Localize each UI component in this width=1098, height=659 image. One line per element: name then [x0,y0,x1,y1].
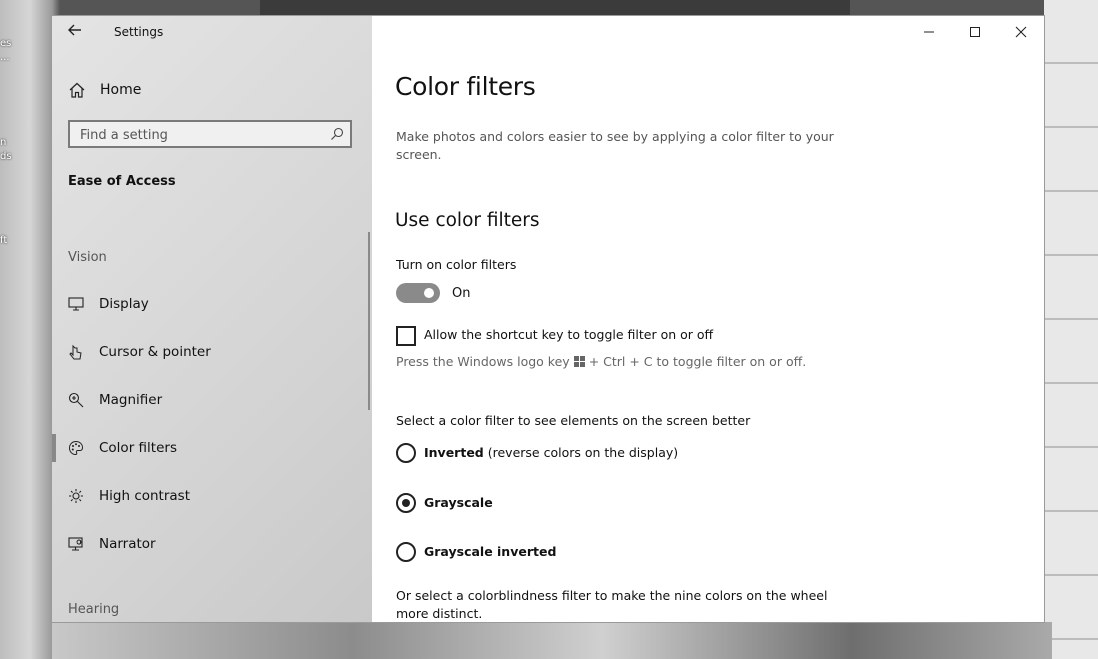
select-filter-prompt: Select a color filter to see elements on… [396,413,751,428]
home-label: Home [100,82,142,98]
close-icon [1015,26,1027,38]
section-title: Ease of Access [68,174,176,189]
sidebar-item-cursor-pointer[interactable]: Cursor & pointer [52,334,368,370]
home-icon [69,82,85,98]
desktop-icon-label[interactable]: ft [0,235,7,246]
sun-icon [69,489,83,503]
windows-logo-icon [573,356,585,367]
toggle-state-label: On [452,286,471,301]
settings-window: Settings Home Ease of Access Vision Disp… [52,16,1044,622]
background-shelf [52,622,1052,659]
use-color-filters-heading: Use color filters [395,210,540,231]
main-content: Color filters Make photos and colors eas… [372,16,1044,622]
page-description: Make photos and colors easier to see by … [396,129,834,162]
sidebar-item-color-filters[interactable]: Color filters [52,430,368,466]
close-button[interactable] [998,16,1044,48]
color-filters-toggle[interactable] [396,283,440,303]
colorblind-prompt: Or select a colorblindness filter to mak… [396,588,828,621]
sidebar-item-display[interactable]: Display [52,286,368,322]
filter-name: Grayscale [424,495,493,510]
desktop-icon-label[interactable]: n [0,137,6,148]
sidebar-scrollbar[interactable] [368,232,370,410]
minimize-button[interactable] [906,16,952,48]
sidebar-item-label: High contrast [99,488,190,504]
sidebar: Settings Home Ease of Access Vision Disp… [52,16,372,622]
maximize-icon [970,27,980,37]
background-sign [260,0,850,16]
toggle-knob [424,288,434,298]
desktop-icon-label[interactable]: ... [0,52,10,63]
maximize-button[interactable] [952,16,998,48]
cursor-icon [69,344,82,360]
radio-label-grayscale[interactable]: Grayscale [424,495,493,510]
back-arrow-icon [68,24,81,36]
background-wall [1044,0,1098,659]
minimize-icon [924,31,934,33]
sidebar-item-label: Display [99,296,149,312]
sidebar-item-label: Color filters [99,440,177,456]
search-icon[interactable] [330,127,344,141]
radio-inverted[interactable] [396,443,416,463]
radio-label-grayscale-inverted[interactable]: Grayscale inverted [424,544,556,559]
search-input[interactable] [78,125,322,145]
sidebar-item-label: Magnifier [99,392,163,408]
filter-name: Inverted [424,445,484,460]
toggle-label: Turn on color filters [396,257,517,272]
filter-detail: (reverse colors on the display) [487,445,679,460]
magnifier-icon [68,392,84,408]
radio-label-inverted[interactable]: Inverted (reverse colors on the display) [424,445,678,460]
hint-text-before: Press the Windows logo key [396,354,570,369]
filter-name: Grayscale inverted [424,544,557,559]
radio-grayscale-inverted[interactable] [396,542,416,562]
sidebar-item-label: Cursor & pointer [99,344,211,360]
shortcut-key-label[interactable]: Allow the shortcut key to toggle filter … [424,327,713,342]
page-title: Color filters [395,72,536,101]
sidebar-item-magnifier[interactable]: Magnifier [52,382,368,418]
hint-text-after: + Ctrl + C to toggle filter on or off. [588,354,807,369]
display-icon [68,297,84,311]
palette-icon [68,440,84,456]
shortcut-hint: Press the Windows logo key + Ctrl + C to… [396,354,806,369]
shortcut-key-checkbox[interactable] [396,326,416,346]
desktop-icon-label[interactable]: ds [0,151,12,162]
sidebar-item-narrator[interactable]: Narrator [52,526,368,562]
desktop-icon-label[interactable]: es [0,38,11,49]
group-label-vision: Vision [68,250,107,265]
home-nav-item[interactable]: Home [68,80,141,100]
narrator-icon [68,537,83,551]
back-button[interactable] [66,22,84,42]
app-title: Settings [114,25,164,39]
search-box[interactable] [68,120,352,148]
sidebar-item-high-contrast[interactable]: High contrast [52,478,368,514]
sidebar-item-label: Narrator [99,536,156,552]
radio-grayscale[interactable] [396,493,416,513]
group-label-hearing: Hearing [68,602,120,617]
